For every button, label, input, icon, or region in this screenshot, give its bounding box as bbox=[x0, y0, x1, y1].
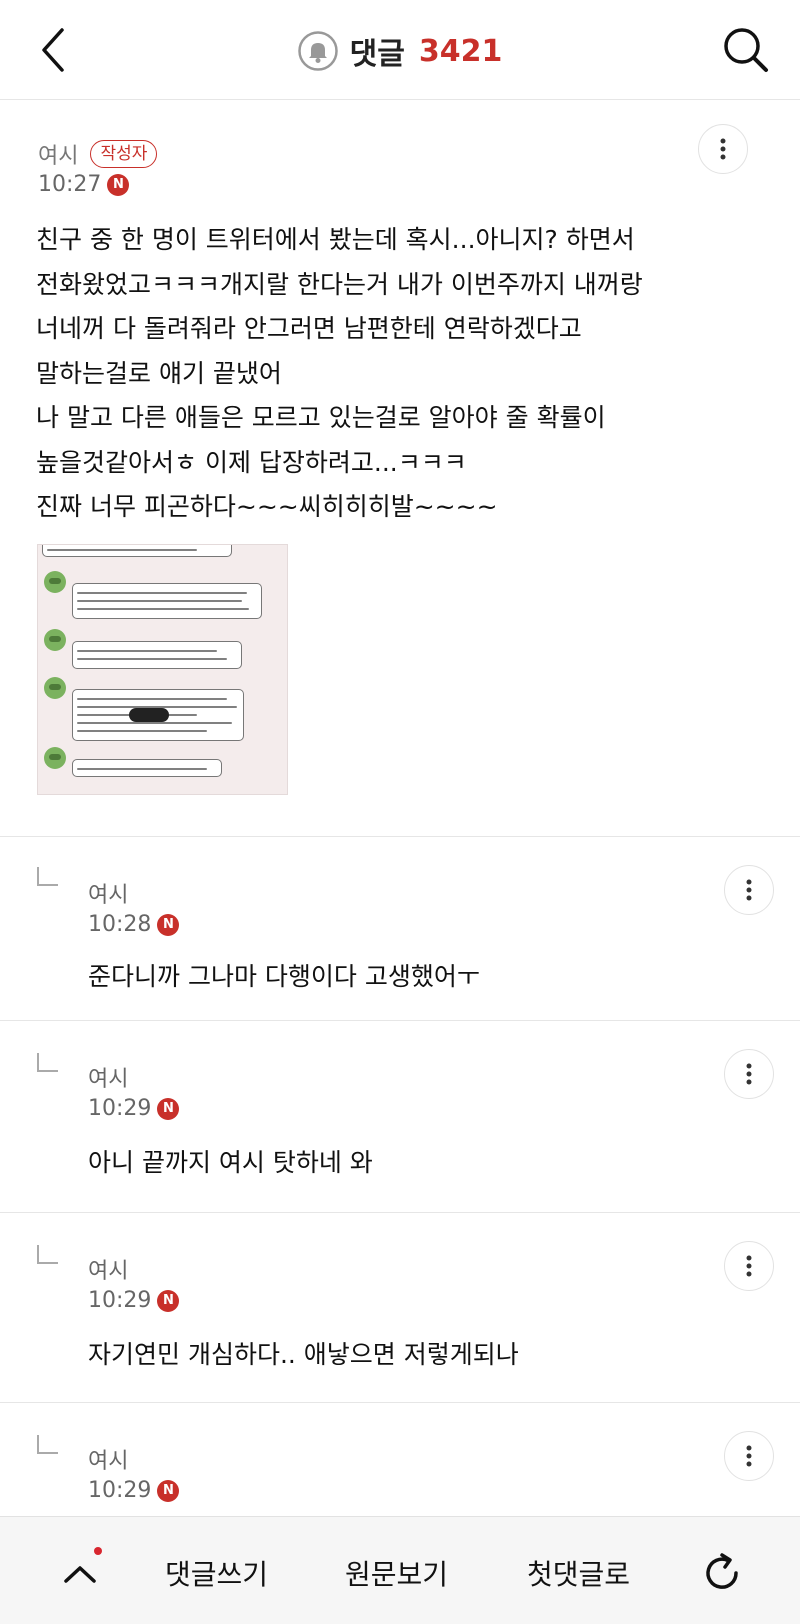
more-options-button[interactable] bbox=[724, 1241, 774, 1291]
more-options-button[interactable] bbox=[698, 124, 748, 174]
reply-arrow-icon bbox=[37, 1435, 58, 1454]
reply-author: 여시 bbox=[88, 1067, 129, 1092]
comment-line: 너네꺼 다 돌려줘라 안그러면 남편한테 연락하겠다고 bbox=[36, 314, 582, 343]
more-options-button[interactable] bbox=[724, 865, 774, 915]
new-badge: N bbox=[157, 1289, 180, 1312]
search-button[interactable] bbox=[718, 22, 774, 78]
chat-avatar bbox=[44, 677, 66, 699]
reply-comment: 여시 10:28 N 준다니까 그나마 다행이다 고생했어ㅜ bbox=[0, 837, 800, 1021]
write-comment-button[interactable]: 댓글쓰기 bbox=[165, 1553, 268, 1593]
new-badge: N bbox=[157, 913, 180, 936]
comment-line: 진짜 너무 피곤하다~~~씨히히히발~~~~ bbox=[36, 492, 498, 521]
reply-arrow-icon bbox=[37, 867, 58, 886]
chat-bubble bbox=[72, 583, 262, 619]
more-vertical-icon bbox=[746, 1255, 752, 1277]
reply-author: 여시 bbox=[88, 883, 129, 908]
scroll-top-button[interactable] bbox=[56, 1551, 104, 1599]
chat-avatar bbox=[44, 747, 66, 769]
bell-icon[interactable] bbox=[297, 31, 338, 71]
comment-line: 전화왔었고ㅋㅋㅋ개지랄 한다는거 내가 이번주까지 내꺼랑 bbox=[36, 269, 643, 299]
chat-bubble bbox=[72, 759, 222, 777]
more-options-button[interactable] bbox=[724, 1431, 774, 1481]
reply-body: 준다니까 그나마 다행이다 고생했어ㅜ bbox=[88, 962, 480, 991]
view-original-button[interactable]: 원문보기 bbox=[345, 1553, 448, 1593]
refresh-icon bbox=[706, 1553, 738, 1589]
author-name: 여시 bbox=[38, 144, 79, 169]
header-title-group: 댓글 3421 bbox=[0, 28, 800, 74]
reply-time: 10:29 bbox=[88, 1288, 152, 1313]
more-vertical-icon bbox=[746, 879, 752, 901]
reply-time-row: 10:29 N bbox=[88, 1288, 180, 1313]
refresh-button[interactable] bbox=[698, 1549, 746, 1597]
comment-line: 말하는걸로 얘기 끝냈어 bbox=[36, 358, 282, 388]
first-comment-button[interactable]: 첫댓글로 bbox=[527, 1553, 630, 1593]
reply-time-row: 10:29 N bbox=[88, 1096, 180, 1121]
reply-time: 10:29 bbox=[88, 1096, 152, 1121]
top-header: 댓글 3421 bbox=[0, 0, 800, 100]
reply-comment: 여시 10:29 N 아니 끝까지 여시 탓하네 와 bbox=[0, 1021, 800, 1213]
bottom-toolbar: 댓글쓰기 원문보기 첫댓글로 bbox=[0, 1516, 800, 1624]
more-vertical-icon bbox=[746, 1063, 752, 1085]
reply-comment: 여시 10:29 N 자기연민 개심하다.. 애낳으면 저렇게되나 bbox=[0, 1213, 800, 1403]
comment-time-row: 10:27 N bbox=[38, 172, 130, 197]
new-badge: N bbox=[107, 173, 130, 196]
reply-arrow-icon bbox=[37, 1053, 58, 1072]
comment-line: 높을것같아서ㅎ 이제 답장하려고...ㅋㅋㅋ bbox=[36, 447, 467, 477]
chat-screenshot-image[interactable] bbox=[37, 544, 288, 795]
main-comment: 여시 작성자 10:27 N 친구 중 한 명이 트위터에서 봤는데 혹시...… bbox=[0, 100, 800, 837]
comment-time: 10:27 bbox=[38, 172, 102, 197]
more-vertical-icon bbox=[720, 138, 726, 160]
more-vertical-icon bbox=[746, 1445, 752, 1467]
reply-body: 아니 끝까지 여시 탓하네 와 bbox=[88, 1148, 373, 1177]
comment-author-row: 여시 작성자 bbox=[38, 138, 158, 170]
reply-arrow-icon bbox=[37, 1245, 58, 1264]
new-badge: N bbox=[157, 1479, 180, 1502]
reply-time-row: 10:29 N bbox=[88, 1478, 180, 1503]
chat-avatar bbox=[44, 571, 66, 593]
notification-dot bbox=[94, 1547, 102, 1555]
reply-time: 10:29 bbox=[88, 1478, 152, 1503]
chat-bubble bbox=[72, 689, 244, 741]
chat-bubble bbox=[72, 641, 242, 669]
chat-avatar bbox=[44, 629, 66, 651]
new-badge: N bbox=[157, 1097, 180, 1120]
reply-time: 10:28 bbox=[88, 912, 152, 937]
reply-time-row: 10:28 N bbox=[88, 912, 180, 937]
reply-comment: 여시 10:29 N bbox=[0, 1403, 800, 1516]
reply-body: 자기연민 개심하다.. 애낳으면 저렇게되나 bbox=[88, 1340, 519, 1369]
more-options-button[interactable] bbox=[724, 1049, 774, 1099]
comment-body: 친구 중 한 명이 트위터에서 봤는데 혹시...아니지? 하면서 전화왔었고ㅋ… bbox=[36, 218, 766, 530]
search-icon bbox=[724, 28, 768, 72]
reply-author: 여시 bbox=[88, 1449, 129, 1474]
comment-line: 친구 중 한 명이 트위터에서 봤는데 혹시...아니지? 하면서 bbox=[36, 225, 635, 254]
chevron-up-icon bbox=[64, 1566, 96, 1583]
comment-line: 나 말고 다른 애들은 모르고 있는걸로 알아야 줄 확률이 bbox=[36, 403, 606, 432]
comment-count: 3421 bbox=[418, 33, 503, 69]
page-title: 댓글 bbox=[349, 37, 405, 72]
reply-author: 여시 bbox=[88, 1259, 129, 1284]
writer-badge: 작성자 bbox=[90, 140, 158, 168]
chat-bubble bbox=[42, 545, 232, 557]
